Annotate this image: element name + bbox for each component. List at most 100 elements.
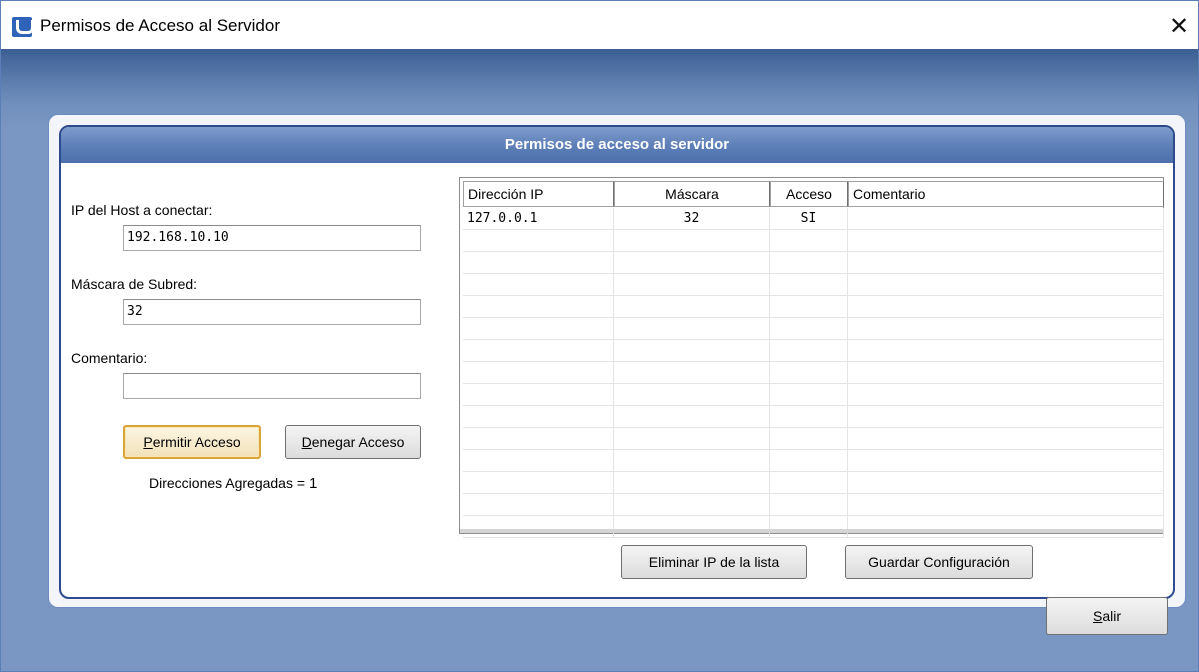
column-header-mask[interactable]: Máscara (614, 181, 770, 207)
table-row[interactable] (463, 340, 1164, 362)
table-cell-access (770, 318, 848, 340)
allow-access-button[interactable]: Permitir Acceso (123, 425, 261, 459)
added-count-label: Direcciones Agregadas = 1 (149, 475, 317, 492)
table-row[interactable] (463, 296, 1164, 318)
table-row[interactable] (463, 362, 1164, 384)
title-bar: Permisos de Acceso al Servidor ✕ (1, 1, 1198, 49)
table-cell-access (770, 296, 848, 318)
outer-panel: Permisos de acceso al servidor IP del Ho… (48, 114, 1186, 608)
table-cell-mask (614, 362, 770, 384)
table-cell-comment (848, 252, 1164, 274)
table-cell-comment (848, 296, 1164, 318)
table-cell-mask (614, 494, 770, 516)
table-row[interactable] (463, 252, 1164, 274)
table-cell-ip (463, 274, 614, 296)
table-cell-ip (463, 296, 614, 318)
table-cell-access (770, 384, 848, 406)
table-cell-mask (614, 384, 770, 406)
allow-access-mnemonic: P (143, 434, 153, 450)
client-area: Permisos de acceso al servidor IP del Ho… (1, 49, 1198, 671)
table-cell-mask (614, 318, 770, 340)
table-row[interactable] (463, 274, 1164, 296)
window-title: Permisos de Acceso al Servidor (40, 16, 280, 35)
app-window: Permisos de Acceso al Servidor ✕ Permiso… (0, 0, 1199, 672)
save-configuration-button[interactable]: Guardar Configuración (845, 545, 1033, 579)
table-row[interactable]: 127.0.0.1 32 SI (463, 208, 1164, 230)
table-cell-comment (848, 230, 1164, 252)
table-cell-ip (463, 318, 614, 340)
table-row[interactable] (463, 516, 1164, 538)
exit-mnemonic: S (1092, 608, 1103, 624)
table-cell-comment (848, 406, 1164, 428)
table-cell-ip (463, 450, 614, 472)
column-header-access[interactable]: Acceso (770, 181, 848, 207)
table-cell-ip (463, 494, 614, 516)
table-cell-comment (848, 274, 1164, 296)
table-cell-mask (614, 274, 770, 296)
table-cell-access (770, 494, 848, 516)
table-cell-access (770, 472, 848, 494)
table-cell-access (770, 516, 848, 538)
table-cell-mask (614, 428, 770, 450)
table-cell-comment (848, 516, 1164, 538)
table-cell-mask (614, 230, 770, 252)
table-cell-mask (614, 472, 770, 494)
deny-access-mnemonic: D (301, 434, 312, 450)
table-cell-comment (848, 450, 1164, 472)
table-cell-comment (848, 472, 1164, 494)
table-cell-ip: 127.0.0.1 (463, 208, 614, 230)
table-row[interactable] (463, 428, 1164, 450)
table-cell-comment (848, 208, 1164, 230)
table-cell-ip (463, 472, 614, 494)
panel-header: Permisos de acceso al servidor (61, 127, 1173, 163)
table-cell-ip (463, 406, 614, 428)
table-row[interactable] (463, 494, 1164, 516)
table-cell-mask (614, 450, 770, 472)
table-cell-ip (463, 362, 614, 384)
exit-button[interactable]: Salir (1046, 597, 1168, 635)
table-body: 127.0.0.1 32 SI (463, 208, 1164, 538)
table-cell-mask (614, 516, 770, 538)
table-row[interactable] (463, 450, 1164, 472)
exit-label: alir (1102, 608, 1121, 624)
table-cell-mask (614, 252, 770, 274)
table-cell-comment (848, 318, 1164, 340)
table-cell-comment (848, 384, 1164, 406)
table-cell-mask (614, 406, 770, 428)
deny-access-button[interactable]: Denegar Acceso (285, 425, 421, 459)
table-cell-mask (614, 296, 770, 318)
subnet-mask-label: Máscara de Subred: (71, 276, 198, 292)
ip-permissions-table[interactable]: Dirección IP Máscara Acceso Comentario 1… (459, 177, 1164, 538)
table-row[interactable] (463, 230, 1164, 252)
table-row[interactable] (463, 472, 1164, 494)
close-icon[interactable]: ✕ (1161, 9, 1197, 43)
table-cell-comment (848, 428, 1164, 450)
host-ip-label: IP del Host a conectar: (71, 202, 213, 218)
comment-label: Comentario: (71, 350, 148, 366)
table-row[interactable] (463, 406, 1164, 428)
table-scroll-edge (460, 529, 1163, 533)
table-cell-access (770, 340, 848, 362)
table-cell-access (770, 406, 848, 428)
host-ip-input[interactable]: 192.168.10.10 (123, 225, 421, 251)
permissions-panel: Permisos de acceso al servidor IP del Ho… (59, 125, 1175, 599)
table-cell-mask: 32 (614, 208, 770, 230)
table-cell-access: SI (770, 208, 848, 230)
column-header-ip[interactable]: Dirección IP (463, 181, 614, 207)
table-cell-access (770, 362, 848, 384)
added-count-value: 1 (308, 475, 318, 492)
table-cell-comment (848, 362, 1164, 384)
table-cell-ip (463, 516, 614, 538)
column-header-comment[interactable]: Comentario (848, 181, 1164, 207)
table-cell-comment (848, 340, 1164, 362)
table-row[interactable] (463, 384, 1164, 406)
table-row[interactable] (463, 318, 1164, 340)
comment-input[interactable] (123, 373, 421, 399)
table-cell-comment (848, 494, 1164, 516)
table-cell-mask (614, 340, 770, 362)
subnet-mask-input[interactable]: 32 (123, 299, 421, 325)
table-cell-ip (463, 384, 614, 406)
table-cell-access (770, 230, 848, 252)
app-logo-icon (12, 17, 34, 37)
remove-ip-button[interactable]: Eliminar IP de la lista (621, 545, 807, 579)
